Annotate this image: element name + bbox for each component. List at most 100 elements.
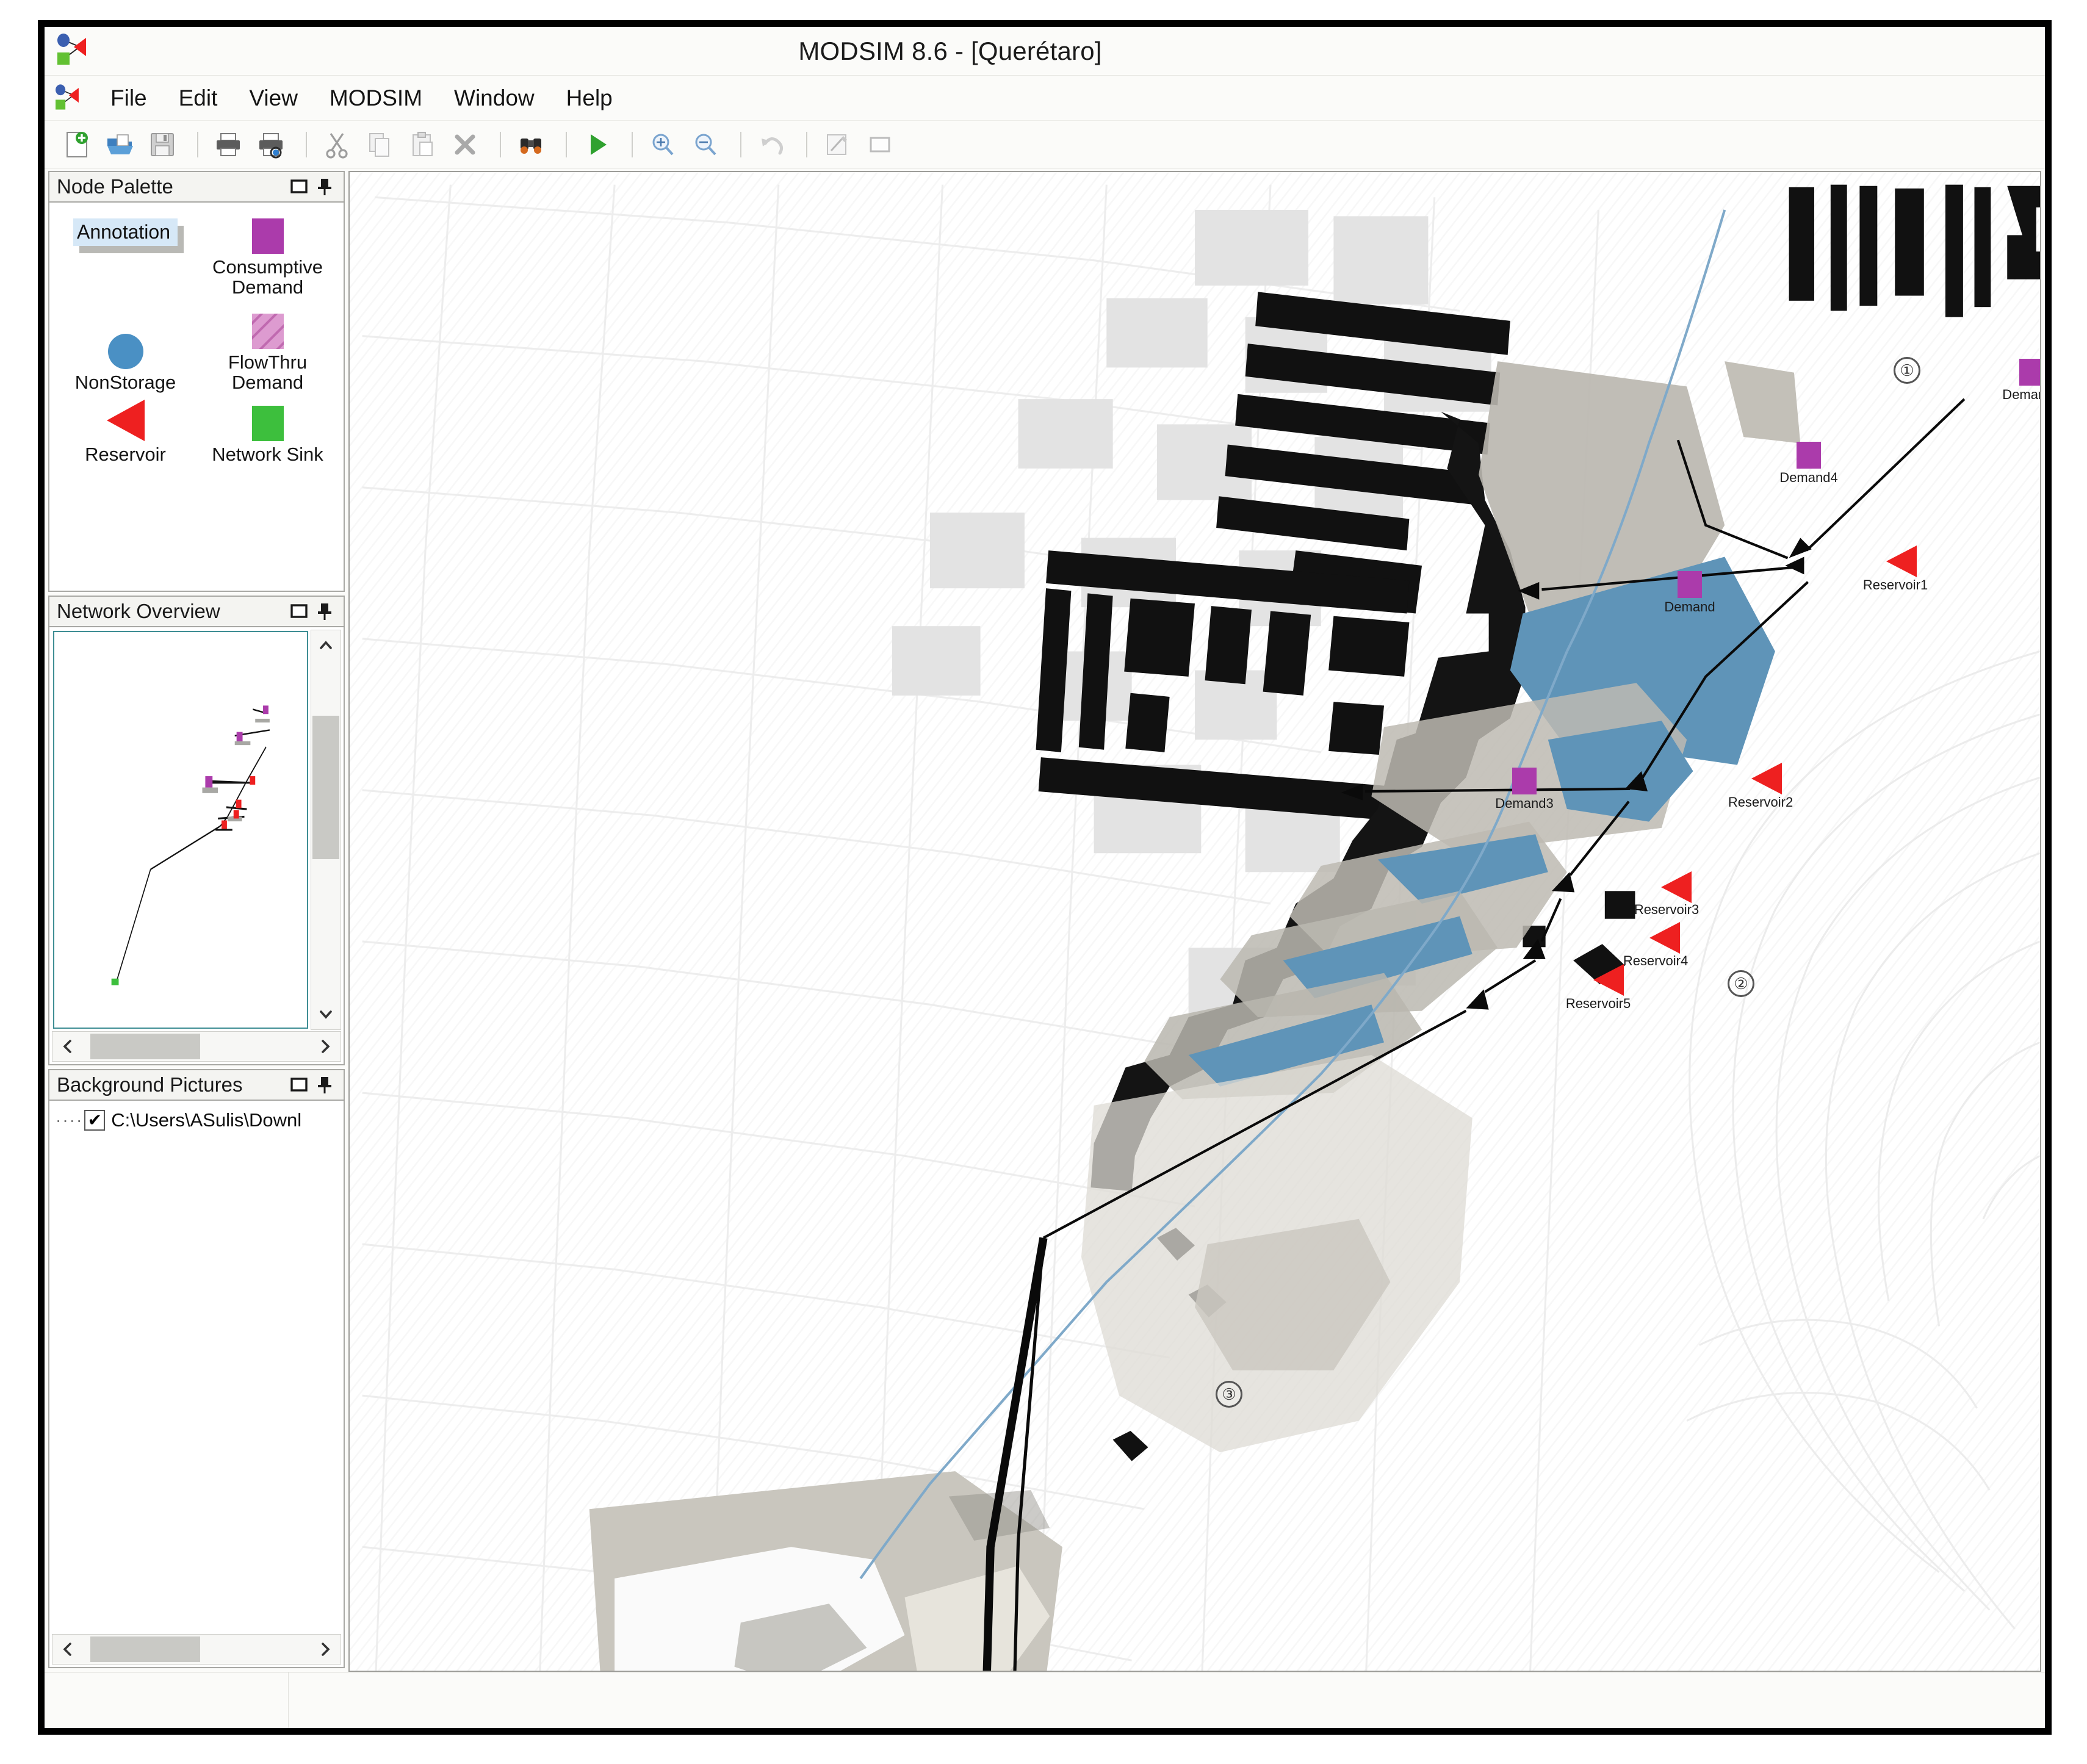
network-overview-canvas[interactable] (53, 631, 308, 1029)
horizontal-scroll-thumb[interactable] (90, 1636, 200, 1662)
chevron-left-icon[interactable] (52, 1037, 83, 1056)
map-dock: Demand2 Demand4 Reservoir1 Demand Demand… (348, 168, 2045, 1672)
map-node-label-reservoir4: Reservoir4 (1623, 953, 1689, 968)
chevron-left-icon[interactable] (52, 1640, 83, 1658)
node-palette-title: Node Palette (57, 175, 173, 198)
map-annotation-2[interactable]: ② (1728, 970, 1754, 997)
window-title: MODSIM 8.6 - [Querétaro] (798, 37, 1102, 65)
palette-item-reservoir[interactable]: Reservoir (54, 399, 196, 491)
binoculars-find-icon (521, 138, 541, 154)
find-button[interactable] (512, 126, 550, 164)
annotation-chip-label: Annotation (73, 218, 178, 246)
zoom-in-button[interactable] (644, 126, 682, 164)
maximize-square-icon[interactable] (286, 174, 312, 200)
pin-icon[interactable] (312, 174, 337, 200)
green-square-icon (251, 406, 284, 442)
network-overview-client (48, 627, 345, 1065)
toolbar-separator (306, 131, 307, 157)
menu-view[interactable]: View (233, 82, 314, 115)
vertical-scroll-thumb[interactable] (312, 716, 339, 859)
background-picture-path: C:\Users\ASulis\Downl (111, 1109, 302, 1131)
save-button[interactable] (143, 126, 181, 164)
run-button[interactable] (578, 126, 616, 164)
palette-item-nonstorage[interactable]: NonStorage (54, 308, 196, 399)
background-pictures-tree: ···· ✔ C:\Users\ASulis\Downl (56, 1109, 309, 1131)
menu-window[interactable]: Window (438, 82, 550, 115)
palette-item-annotation[interactable]: Annotation (54, 216, 196, 308)
toolbar-separator (740, 131, 741, 157)
blue-circle-icon (107, 334, 143, 370)
menu-bar: File Edit View MODSIM Window Help (45, 76, 2045, 121)
network-overview-horizontal-scrollbar[interactable] (52, 1031, 341, 1062)
queretaro-satellite-street-map (350, 172, 2040, 1671)
chevron-down-icon[interactable] (311, 999, 341, 1029)
toolbar-separator (197, 131, 198, 157)
print-button[interactable] (209, 126, 247, 164)
palette-label-network-sink: Network Sink (212, 444, 323, 466)
modsim-network-logo-icon (56, 84, 79, 110)
edit-button[interactable] (818, 126, 856, 164)
menu-edit[interactable]: Edit (163, 82, 234, 115)
network-overview-panel: Network Overview (48, 596, 345, 1065)
map-annotation-1[interactable]: ① (1894, 357, 1920, 384)
map-node-demand3[interactable] (1512, 768, 1537, 794)
new-file-button[interactable] (58, 126, 96, 164)
menu-modsim[interactable]: MODSIM (314, 82, 438, 115)
chevron-up-icon[interactable] (311, 630, 341, 661)
map-node-label-reservoir2: Reservoir2 (1728, 794, 1793, 810)
map-node-reservoir4[interactable] (1649, 922, 1680, 954)
pin-icon[interactable] (312, 1072, 337, 1098)
map-node-demand1[interactable] (1678, 571, 1702, 598)
red-triangle-icon (106, 400, 145, 442)
palette-item-consumptive-demand[interactable]: Consumptive Demand (196, 216, 339, 308)
map-node-reservoir2[interactable] (1751, 763, 1782, 794)
map-annotation-3[interactable]: ③ (1216, 1381, 1242, 1408)
chevron-right-icon[interactable] (310, 1037, 341, 1056)
network-overview-vertical-scrollbar[interactable] (311, 630, 341, 1030)
background-pictures-horizontal-scrollbar[interactable] (52, 1634, 341, 1665)
map-node-label-demand4: Demand4 (1779, 470, 1838, 485)
map-node-reservoir1[interactable] (1886, 545, 1917, 577)
map-node-demand2[interactable] (2019, 359, 2040, 386)
toolbar (45, 121, 2045, 168)
network-map-view[interactable]: Demand2 Demand4 Reservoir1 Demand Demand… (348, 171, 2041, 1672)
palette-label-flowthru-demand: FlowThru Demand (228, 351, 308, 394)
background-picture-list-item[interactable]: ···· ✔ C:\Users\ASulis\Downl (56, 1109, 309, 1131)
map-node-reservoir3[interactable] (1661, 871, 1692, 903)
chevron-right-icon[interactable] (310, 1640, 341, 1658)
palette-label-consumptive-demand: Consumptive Demand (212, 256, 323, 298)
map-node-label-demand2: Demand2 (2002, 387, 2040, 402)
palette-item-network-sink[interactable]: Network Sink (196, 399, 339, 491)
map-node-demand4[interactable] (1797, 442, 1821, 469)
maximize-square-icon[interactable] (286, 1072, 312, 1098)
horizontal-scroll-thumb[interactable] (90, 1034, 200, 1059)
paste-button[interactable] (403, 126, 441, 164)
print-preview-button[interactable] (252, 126, 290, 164)
map-node-label-reservoir5: Reservoir5 (1565, 996, 1631, 1011)
zoom-out-button[interactable] (687, 126, 724, 164)
new-file-icon (67, 131, 88, 157)
undo-arrow-icon (762, 137, 784, 154)
copy-button[interactable] (361, 126, 398, 164)
background-pictures-panel: Background Pictures ···· ✔ C:\Users\ASul… (48, 1069, 345, 1668)
menu-file[interactable]: File (95, 82, 163, 115)
delete-button[interactable] (446, 126, 484, 164)
pin-icon[interactable] (312, 599, 337, 624)
open-file-button[interactable] (101, 126, 139, 164)
cut-button[interactable] (318, 126, 356, 164)
node-palette-caption: Node Palette (48, 171, 345, 203)
menu-help[interactable]: Help (550, 82, 629, 115)
map-node-reservoir5[interactable] (1593, 964, 1624, 996)
map-node-label-demand3: Demand3 (1495, 796, 1554, 811)
palette-item-flowthru-demand[interactable]: FlowThru Demand (196, 308, 339, 399)
map-node-label-reservoir3: Reservoir3 (1634, 902, 1700, 917)
edit-pencil-icon (827, 134, 847, 155)
undo-button[interactable] (752, 126, 790, 164)
background-pictures-caption: Background Pictures (48, 1069, 345, 1101)
copy-icon (369, 132, 389, 157)
rectangle-icon (870, 137, 890, 152)
toolbar-separator (566, 131, 567, 157)
background-picture-checkbox[interactable]: ✔ (84, 1110, 106, 1131)
maximize-square-icon[interactable] (286, 599, 312, 624)
select-rectangle-button[interactable] (861, 126, 899, 164)
